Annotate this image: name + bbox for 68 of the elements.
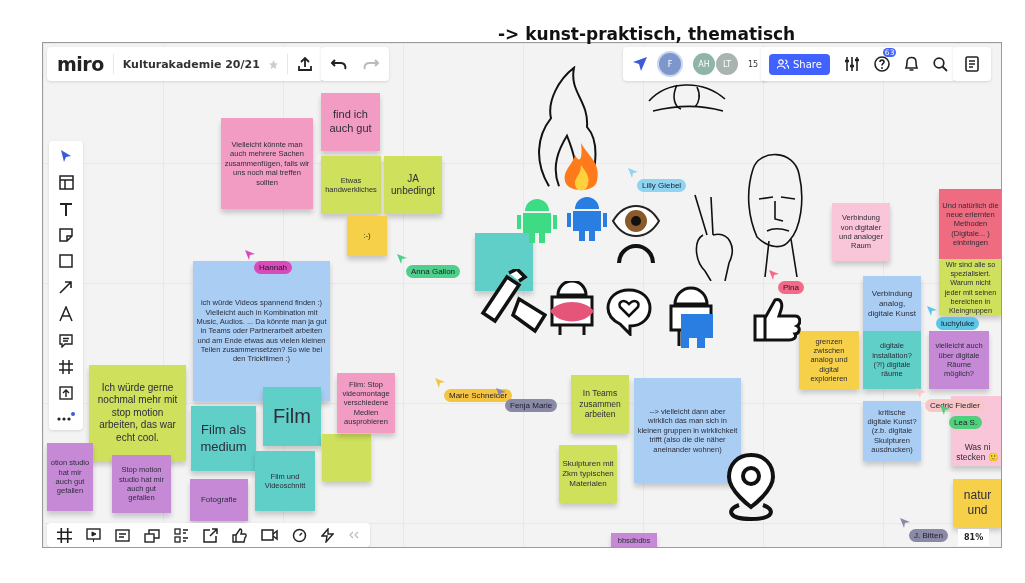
collaborator-count[interactable]: 15: [748, 59, 759, 69]
cursor-name-tag: Fenja Marie: [505, 399, 558, 412]
cursor-name-tag: Marie Schneider: [444, 389, 513, 402]
sticky-note[interactable]: Skulpturen mit Zkm typischen Materialen: [559, 445, 617, 503]
rectangle-icon[interactable]: [59, 254, 73, 268]
bell-icon[interactable]: [903, 56, 919, 72]
cursor-name-tag: Hannah: [254, 261, 293, 274]
frame-icon[interactable]: [59, 360, 73, 374]
arrow-icon[interactable]: [59, 280, 73, 294]
cursor-icon: [916, 388, 926, 398]
share-screen-icon[interactable]: [203, 527, 218, 543]
upload-icon[interactable]: [296, 56, 313, 72]
pen-icon[interactable]: [59, 306, 73, 322]
cursor-name-tag: Cedric Fiedler: [925, 399, 985, 412]
zoom-level[interactable]: 81%: [958, 529, 990, 546]
board-heading: -> kunst-praktisch, thematisch: [498, 24, 796, 44]
search-icon[interactable]: [932, 56, 948, 72]
sticky-note-icon[interactable]: [59, 228, 73, 242]
timer-icon[interactable]: [292, 527, 307, 543]
help-icon[interactable]: [873, 56, 890, 72]
comment-icon[interactable]: [115, 527, 130, 543]
cursor-name-tag: Pina: [778, 281, 804, 294]
cursor-icon: [435, 378, 445, 388]
cursor-icon[interactable]: [633, 57, 647, 71]
sticky-note[interactable]: natur und: [953, 479, 1001, 527]
more-icon[interactable]: [57, 412, 75, 422]
upload-icon[interactable]: [59, 386, 73, 400]
frames-icon[interactable]: [57, 527, 72, 543]
notes-list-icon[interactable]: [965, 56, 979, 72]
sticky-note[interactable]: Verbindung analog, digitale Kunst: [863, 276, 921, 331]
miro-logo[interactable]: miro: [57, 53, 104, 75]
thumbs-up-icon: [753, 296, 801, 342]
cursor-name-tag: Lea S.: [949, 416, 983, 429]
sticky-note[interactable]: Film als medium: [191, 406, 256, 471]
sticky-note[interactable]: find ich auch gut: [321, 93, 380, 151]
sticky-note[interactable]: Fotografie: [190, 479, 248, 521]
presentation-icon[interactable]: [86, 527, 101, 543]
cursor-name-tag: Anna Gallon: [406, 265, 461, 278]
template-icon[interactable]: [58, 175, 74, 190]
sticky-note[interactable]: Ich würde gerne nochmal mehr mit stop motion arbeiten, das war echt cool.: [89, 365, 186, 461]
settings-sliders-icon[interactable]: [843, 56, 860, 72]
sticky-note[interactable]: JA unbedingt: [384, 156, 442, 214]
people-icon: [777, 59, 789, 69]
lightning-icon[interactable]: [321, 527, 334, 543]
undo-icon[interactable]: [331, 58, 347, 70]
comment-icon[interactable]: [59, 334, 73, 348]
thumbs-up-icon[interactable]: [232, 527, 247, 543]
sticky-note[interactable]: Film: [263, 387, 321, 446]
cursor-name-tag: J. Bitten: [909, 529, 948, 542]
cursor-icon: [397, 254, 407, 264]
cursor-icon: [769, 270, 779, 280]
cursor-icon: [900, 518, 910, 528]
sticky-note[interactable]: In Teams zusammen arbeiten: [571, 375, 629, 433]
cards-icon[interactable]: [144, 527, 160, 543]
cursor-icon: [927, 306, 937, 316]
text-tool-icon[interactable]: [59, 202, 73, 216]
select-cursor-icon[interactable]: [60, 149, 72, 163]
cursor-name-tag: Lilly Giebel: [637, 179, 687, 192]
cursor-icon: [628, 168, 638, 178]
cursor-name-tag: luchyluke: [936, 317, 980, 330]
sticky-note[interactable]: :-): [347, 216, 387, 256]
board-name[interactable]: Kulturakademie 20/21: [122, 57, 260, 71]
star-icon[interactable]: [268, 59, 278, 69]
whiteboard-canvas[interactable]: [42, 42, 1002, 548]
share-button[interactable]: Share: [769, 53, 830, 75]
kanban-icon[interactable]: [174, 527, 189, 543]
chat-heart-icon: [606, 286, 652, 336]
video-camera-icon[interactable]: [261, 528, 278, 542]
